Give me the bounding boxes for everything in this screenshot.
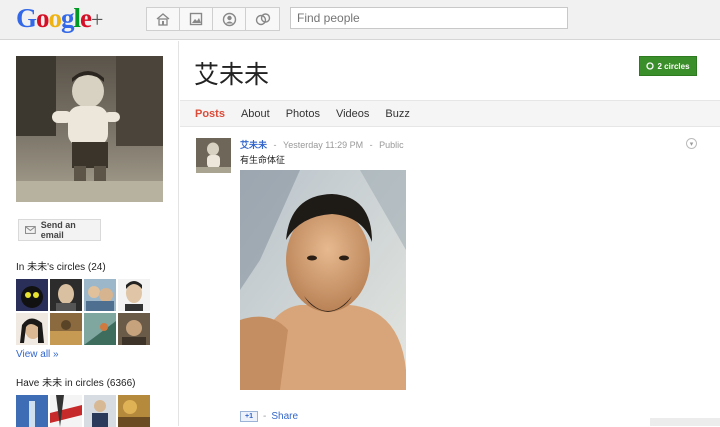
profile-tabs: Posts About Photos Videos Buzz <box>180 100 720 127</box>
circle-avatar[interactable] <box>50 313 82 345</box>
photos-icon[interactable] <box>180 8 213 30</box>
post-visibility[interactable]: Public <box>379 140 404 150</box>
logo-letter: Google <box>16 3 92 34</box>
post-author-avatar[interactable] <box>196 138 231 173</box>
circle-avatar[interactable] <box>16 279 48 311</box>
circle-icon <box>646 62 655 70</box>
circle-avatar[interactable] <box>84 279 116 311</box>
circle-avatar[interactable] <box>118 313 150 345</box>
in-circles-label: In 未未's circles (24) <box>16 262 106 273</box>
top-bar: Google+ <box>0 0 720 40</box>
profile-name: 艾未未 <box>194 60 270 89</box>
left-sidebar: Send an email In 未未's circles (24) View … <box>0 41 179 427</box>
have-in-circles-label: Have 未未 in circles (6366) <box>16 378 136 389</box>
circles-icon[interactable] <box>246 8 279 30</box>
circle-avatar[interactable] <box>118 395 150 427</box>
tab-videos[interactable]: Videos <box>336 108 369 120</box>
logo-letter: o <box>48 3 62 33</box>
post-actions: +1 - Share <box>240 411 298 422</box>
horizontal-scrollbar[interactable] <box>650 418 720 426</box>
post-author-link[interactable]: 艾未未 <box>240 140 267 150</box>
in-circles-grid <box>16 279 150 345</box>
tab-posts[interactable]: Posts <box>195 108 225 120</box>
circle-avatar[interactable] <box>84 313 116 345</box>
circle-avatar[interactable] <box>84 395 116 427</box>
search-input[interactable] <box>290 7 568 29</box>
logo-letter: G <box>16 3 37 33</box>
send-email-button[interactable]: Send an email <box>18 219 101 241</box>
view-all-link[interactable]: View all » <box>16 349 59 360</box>
profile-icon[interactable] <box>213 8 246 30</box>
post-header: 艾未未 - Yesterday 11:29 PM - Public <box>240 138 404 151</box>
profile-photo[interactable] <box>16 56 163 202</box>
circle-avatar[interactable] <box>16 395 48 427</box>
circles-button-label: 2 circles <box>657 61 690 71</box>
circle-avatar[interactable] <box>118 279 150 311</box>
share-link[interactable]: Share <box>271 411 298 422</box>
plus-one-button[interactable]: +1 <box>240 411 258 422</box>
tab-buzz[interactable]: Buzz <box>385 108 409 120</box>
separator: - <box>273 140 277 150</box>
have-in-circles-grid <box>16 395 150 427</box>
main-nav <box>146 7 280 31</box>
logo-plus: + <box>91 7 103 32</box>
separator: - <box>263 411 267 422</box>
post-text: 有生命体征 <box>240 155 286 165</box>
circle-avatar[interactable] <box>50 395 82 427</box>
envelope-icon <box>25 226 36 234</box>
tab-photos[interactable]: Photos <box>286 108 320 120</box>
send-email-label: Send an email <box>40 220 76 240</box>
post-menu-icon[interactable]: ▾ <box>686 138 697 149</box>
home-icon[interactable] <box>147 8 180 30</box>
circle-avatar[interactable] <box>16 313 48 345</box>
circles-button[interactable]: 2 circles <box>639 56 697 76</box>
circle-avatar[interactable] <box>50 279 82 311</box>
tab-about[interactable]: About <box>241 108 270 120</box>
post-photo[interactable] <box>240 170 406 390</box>
separator: - <box>369 140 373 150</box>
logo-letter: o <box>36 3 49 33</box>
post-timestamp[interactable]: Yesterday 11:29 PM <box>283 140 363 150</box>
google-plus-logo[interactable]: Google+ <box>16 3 103 34</box>
logo-letter: g <box>61 3 74 33</box>
logo-letter: e <box>80 3 92 33</box>
